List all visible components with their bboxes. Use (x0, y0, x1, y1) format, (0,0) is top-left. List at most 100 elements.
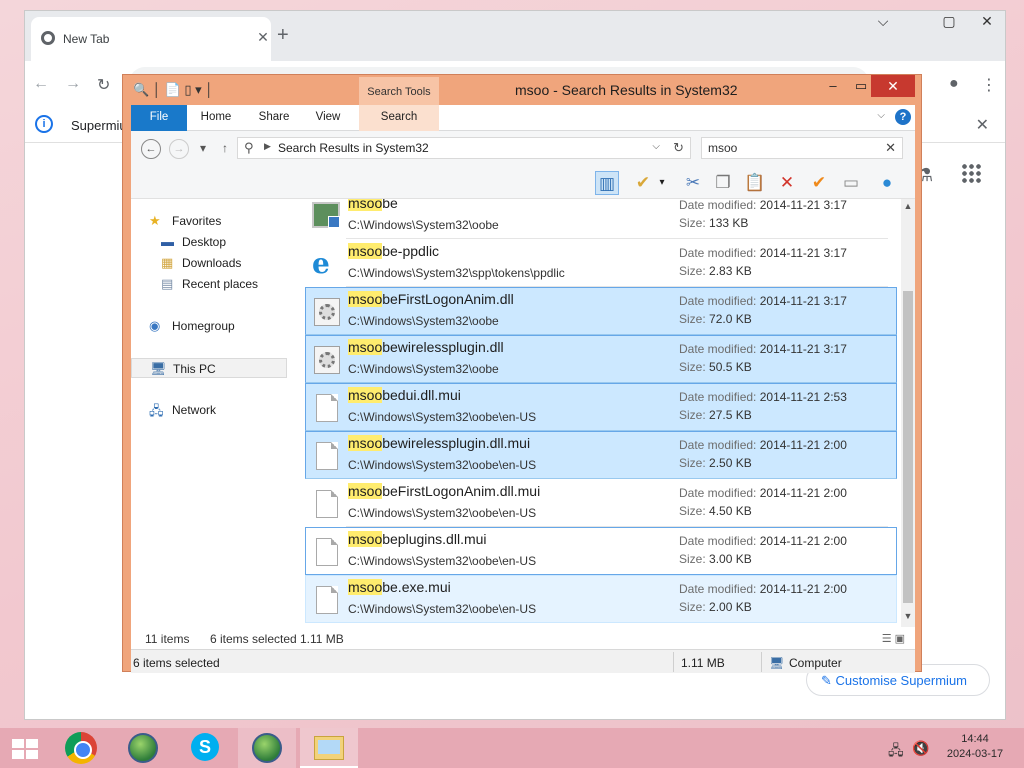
search-match-highlight: msoo (348, 387, 383, 403)
result-file-name: msoobewirelessplugin.dll.mui (348, 435, 530, 451)
result-row[interactable]: e msoobe-ppdlic C:\Windows\System32\spp\to… (305, 239, 897, 287)
result-size: Size: 2.00 KB (679, 600, 752, 614)
new-tab-button[interactable]: + (277, 24, 289, 47)
address-dropdown-icon[interactable]: ⌵ (652, 141, 660, 152)
tab-close-icon[interactable]: ✕ (255, 29, 271, 46)
search-match-highlight: msoo (348, 435, 383, 451)
copy-icon[interactable]: ❐ (711, 171, 735, 195)
search-results-list: msoobe C:\Windows\System32\oobe Date modif… (305, 199, 899, 627)
scroll-thumb[interactable] (903, 291, 913, 603)
forward-icon[interactable]: → (169, 139, 189, 159)
tab-search-chevron-icon[interactable]: ⌵ (865, 13, 901, 30)
result-file-name: msoobeFirstLogonAnim.dll.mui (348, 483, 540, 499)
taskbar-skype[interactable]: S (176, 728, 234, 768)
recent-places-icon: ▤ (161, 276, 174, 291)
close-button[interactable]: ✕ (871, 75, 915, 97)
result-date-modified: Date modified: 2014-11-21 3:17 (679, 246, 847, 260)
tab-home[interactable]: Home (191, 105, 241, 131)
browser-maximize-icon[interactable]: ▢ (931, 13, 967, 30)
apps-grid-icon[interactable] (961, 163, 981, 183)
taskbar-chrome[interactable] (52, 728, 110, 768)
ribbon-expand-chevron-icon[interactable]: ⌵ (877, 110, 885, 121)
view-toggle-icons[interactable]: ☰ ▣ (882, 632, 905, 645)
volume-muted-icon[interactable]: 🔇 (912, 740, 929, 757)
scroll-down-icon[interactable]: ▼ (901, 611, 915, 625)
tab-file[interactable]: File (131, 105, 187, 131)
infobar-close-icon[interactable]: ✕ (976, 115, 989, 135)
search-value: msoo (708, 141, 738, 155)
reload-icon[interactable]: ↻ (97, 75, 110, 95)
result-file-path: C:\Windows\System32\oobe\en-US (348, 458, 537, 472)
browser-tab[interactable]: New Tab ✕ (31, 17, 271, 61)
properties-icon[interactable]: ✔ (631, 171, 655, 195)
vertical-scrollbar[interactable]: ▲ ▼ (901, 199, 915, 627)
clock-time: 14:44 (961, 733, 989, 745)
preview-pane-icon[interactable]: ▥ (595, 171, 619, 195)
result-row[interactable]: msoobeFirstLogonAnim.dll.mui C:\Windows\S… (305, 479, 897, 527)
delete-icon[interactable]: ✕ (775, 171, 799, 195)
nav-recent-places[interactable]: ▤ Recent places (131, 274, 287, 294)
taskbar-app-globe[interactable] (114, 728, 172, 768)
result-row[interactable]: msoobeplugins.dll.mui C:\Windows\System32… (305, 527, 897, 575)
result-row[interactable]: msoobedui.dll.mui C:\Windows\System32\oob… (305, 383, 897, 431)
browser-close-icon[interactable]: ✕ (969, 13, 1005, 30)
tab-view[interactable]: View (305, 105, 351, 131)
rename-icon[interactable]: ▭ (839, 171, 863, 195)
quick-access-toolbar[interactable]: 🔍 │ 📄 ▯ ▾ │ (133, 82, 213, 98)
result-row[interactable]: msoobewirelessplugin.dll.mui C:\Windows\S… (305, 431, 897, 479)
recent-locations-icon[interactable]: ▾ (193, 139, 213, 159)
result-date-modified: Date modified: 2014-11-21 2:53 (679, 390, 847, 404)
address-path: Search Results in System32 (278, 141, 429, 155)
profile-avatar-icon[interactable]: ● (949, 75, 959, 93)
globe-app-icon (252, 733, 282, 763)
start-button[interactable] (0, 728, 58, 768)
cut-icon[interactable]: ✂ (681, 171, 705, 195)
nav-homegroup[interactable]: ◉ Homegroup (131, 316, 287, 336)
checkmark-icon[interactable]: ✔ (807, 171, 831, 195)
browser-menu-icon[interactable]: ⋮ (981, 75, 997, 95)
explorer-titlebar[interactable]: 🔍 │ 📄 ▯ ▾ │ Search Tools msoo - Search R… (123, 75, 921, 105)
nav-this-pc[interactable]: 🖥 This PC (131, 358, 287, 378)
paste-icon[interactable]: 📋 (743, 171, 767, 195)
taskbar-file-explorer[interactable] (300, 728, 358, 768)
nav-downloads[interactable]: ▦ Downloads (131, 253, 287, 273)
back-icon[interactable]: ← (141, 139, 161, 159)
result-file-path: C:\Windows\System32\oobe\en-US (348, 506, 537, 520)
scroll-up-icon[interactable]: ▲ (901, 201, 915, 215)
result-row[interactable]: msoobeFirstLogonAnim.dll C:\Windows\Syste… (305, 287, 897, 335)
breadcrumb-chevron-icon[interactable]: ▶ (264, 141, 271, 152)
clear-search-icon[interactable]: ✕ (885, 140, 896, 156)
chat-bubble-icon[interactable]: ● (875, 171, 899, 195)
nav-network[interactable]: 🖧 Network (131, 400, 287, 420)
tab-search[interactable]: Search (359, 105, 439, 131)
nav-favorites[interactable]: ★ Favorites (131, 211, 287, 231)
address-box[interactable]: ⚲ ▶ Search Results in System32 ⌵ ↻ (237, 137, 691, 159)
clock-date: 2024-03-17 (946, 748, 1004, 760)
refresh-icon[interactable]: ↻ (673, 140, 684, 156)
taskbar-app-globe-2[interactable] (238, 728, 296, 768)
result-row[interactable]: msoobe.exe.mui C:\Windows\System32\oobe\e… (305, 575, 897, 623)
result-file-name: msoobeFirstLogonAnim.dll (348, 291, 514, 307)
forward-arrow-icon[interactable]: → (65, 75, 81, 93)
network-tray-icon[interactable]: 🖧 (888, 740, 904, 764)
explorer-window: 🔍 │ 📄 ▯ ▾ │ Search Tools msoo - Search R… (122, 74, 922, 673)
help-icon[interactable]: ? (895, 109, 911, 125)
nav-desktop[interactable]: ▬ Desktop (131, 232, 287, 252)
star-icon: ★ (149, 213, 161, 228)
ribbon-tabs: File Home Share View Search ⌵ ? (131, 105, 915, 131)
tab-share[interactable]: Share (249, 105, 299, 131)
result-size: Size: 2.50 KB (679, 456, 752, 470)
properties-dropdown-icon[interactable]: ▾ (655, 171, 669, 195)
browser-tabstrip: New Tab ✕ + ⌵ ▢ ✕ (25, 11, 1005, 61)
result-size: Size: 4.50 KB (679, 504, 752, 518)
search-match-highlight: msoo (348, 339, 383, 355)
minimize-icon[interactable]: – (819, 75, 847, 97)
result-date-modified: Date modified: 2014-11-21 3:17 (679, 342, 847, 356)
chrome-favicon-icon (41, 31, 55, 45)
up-arrow-icon[interactable]: ↑ (215, 139, 235, 159)
search-input[interactable]: msoo ✕ (701, 137, 903, 159)
back-arrow-icon[interactable]: ← (33, 75, 49, 93)
result-row[interactable]: msoobe C:\Windows\System32\oobe Date modif… (305, 199, 897, 239)
taskbar-clock[interactable]: 14:44 2024-03-17 (940, 732, 1010, 762)
result-row[interactable]: msoobewirelessplugin.dll C:\Windows\Syste… (305, 335, 897, 383)
